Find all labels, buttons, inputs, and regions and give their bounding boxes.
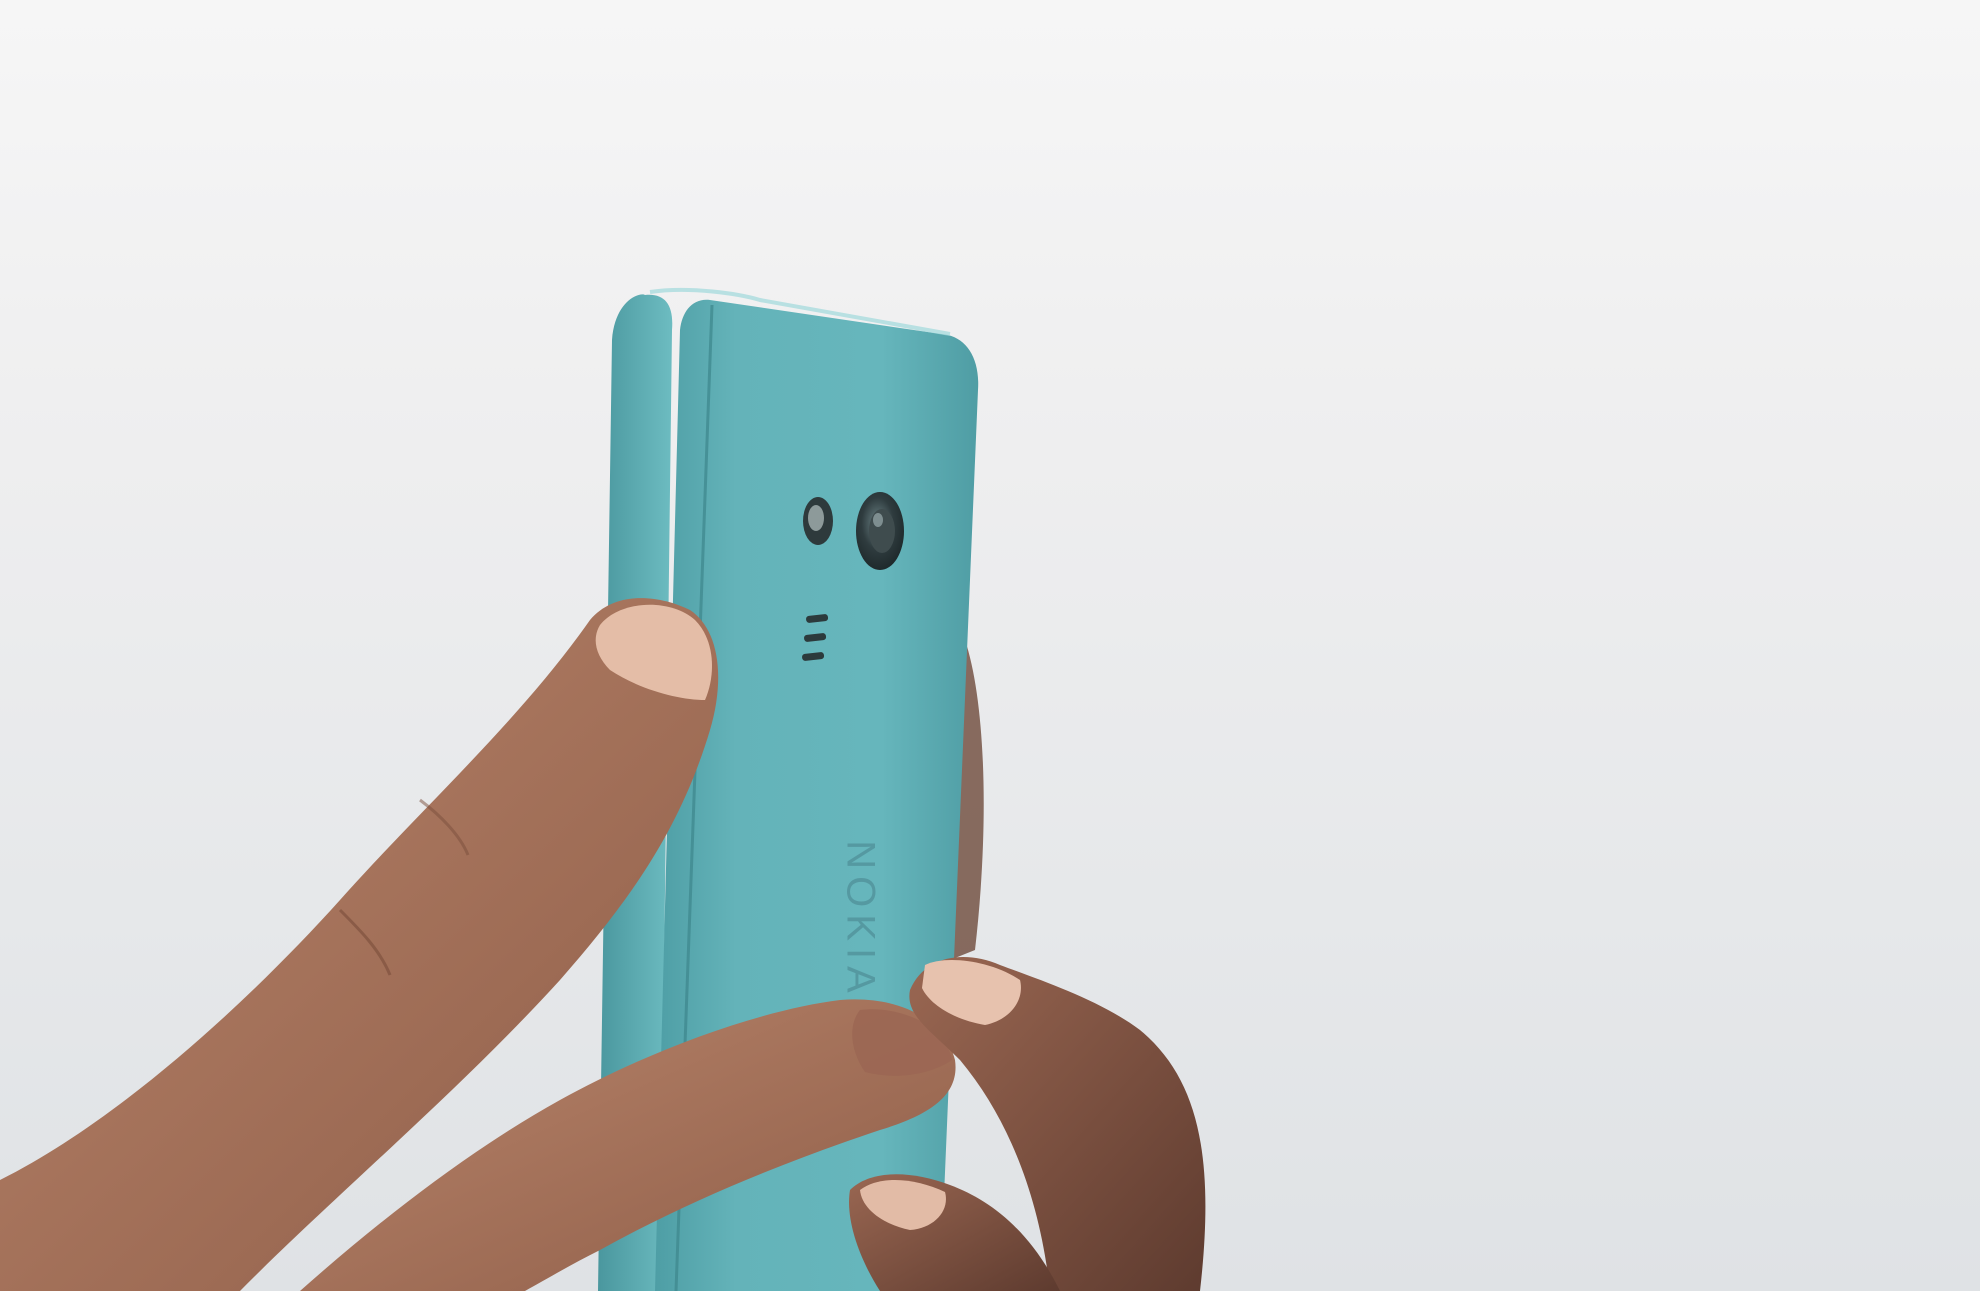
photo-scene: NOKIA	[0, 0, 1980, 1291]
phone-photo	[0, 287, 1206, 1291]
camera-lens-icon	[856, 492, 904, 570]
brand-logo-text: NOKIA	[838, 840, 883, 1000]
flash-icon	[803, 497, 833, 545]
